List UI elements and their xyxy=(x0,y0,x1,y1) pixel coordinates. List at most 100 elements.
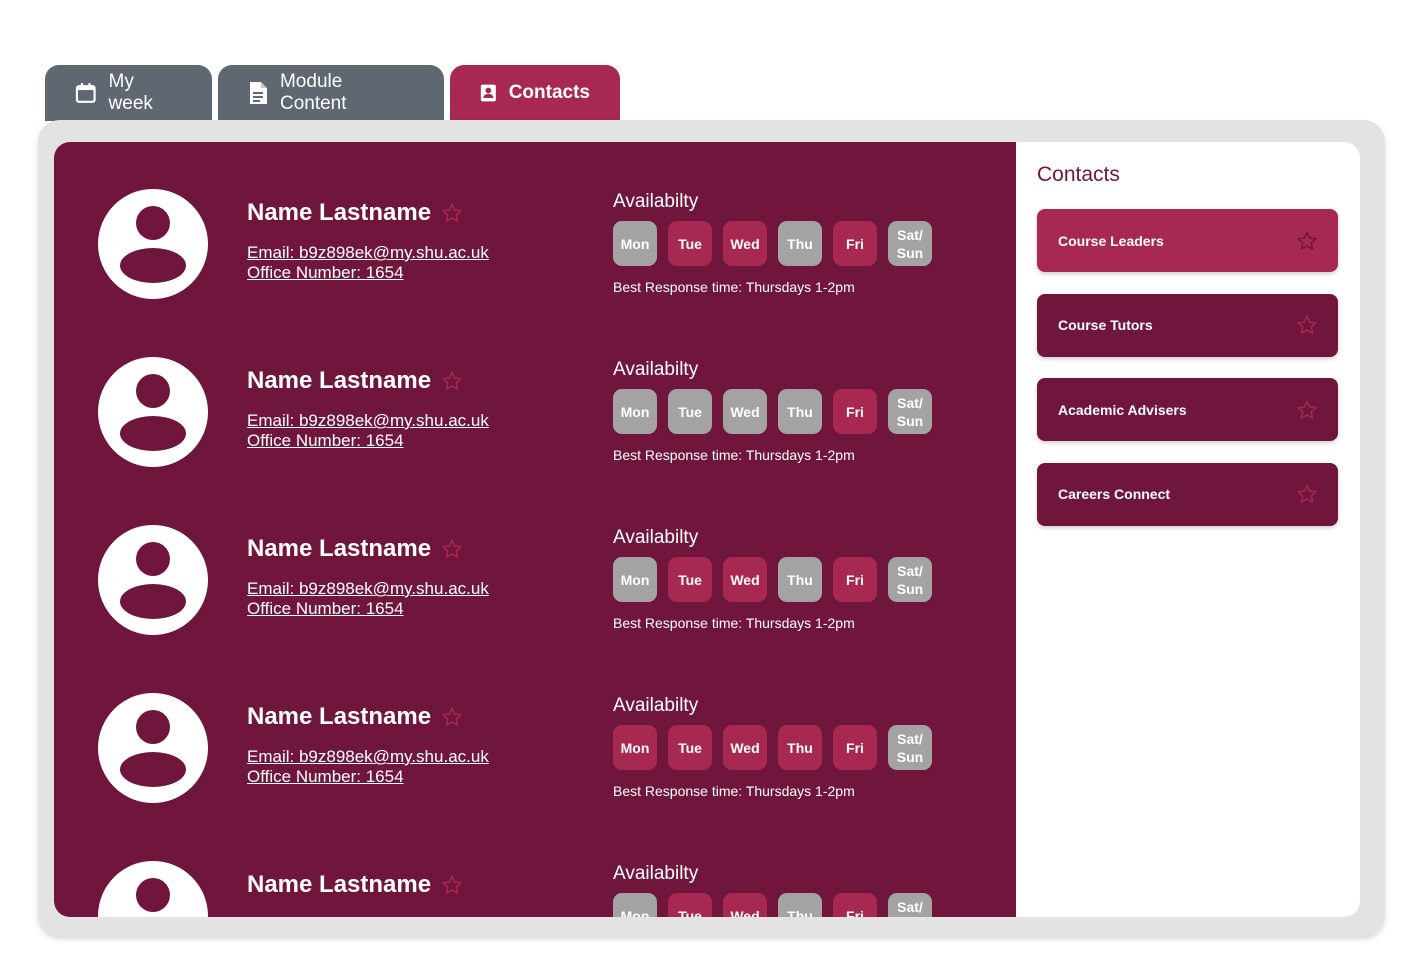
contact-card: Name Lastname Email: b9z898ek@my.shu.ac.u… xyxy=(54,646,1016,814)
day-chip: Tue xyxy=(668,725,712,770)
contact-office-number: Office Number: 1654 xyxy=(247,431,404,450)
category-label: Course Leaders xyxy=(1058,232,1164,249)
day-chip: Mon xyxy=(613,557,657,602)
availability-days: MonTueWedThuFriSat/Sun xyxy=(613,389,943,434)
day-chip: Fri xyxy=(833,221,877,266)
avatar xyxy=(98,357,208,467)
contacts-list: Name Lastname Email: b9z898ek@my.shu.ac.u… xyxy=(54,142,1016,917)
star-icon[interactable] xyxy=(1296,314,1318,336)
name-row: Name Lastname xyxy=(247,871,463,899)
contact-card: Name Lastname Email: b9z898ek@my.shu.ac.u… xyxy=(54,142,1016,310)
contact-email-link[interactable]: Email: b9z898ek@my.shu.ac.uk xyxy=(247,411,489,431)
contact-name: Name Lastname xyxy=(247,871,432,898)
day-chip: Fri xyxy=(833,893,877,917)
day-chip: Wed xyxy=(723,221,767,266)
category-button[interactable]: Course Leaders xyxy=(1037,209,1338,272)
availability-label: Availabilty xyxy=(613,695,699,716)
day-chip: Fri xyxy=(833,725,877,770)
day-chip: Sat/Sun xyxy=(888,557,932,602)
day-chip: Mon xyxy=(613,221,657,266)
day-chip: Tue xyxy=(668,389,712,434)
tab-my-week[interactable]: My week xyxy=(45,65,212,121)
day-chip: Thu xyxy=(778,893,822,917)
best-response-time: Best Response time: Thursdays 1-2pm xyxy=(613,279,855,295)
availability-label: Availabilty xyxy=(613,191,699,212)
best-response-time: Best Response time: Thursdays 1-2pm xyxy=(613,783,855,799)
tab-bar: My week Module Content Contacts xyxy=(45,65,620,121)
contact-office-number: Office Number: 1654 xyxy=(247,263,404,282)
availability-days: MonTueWedThuFriSat/Sun xyxy=(613,557,943,602)
name-row: Name Lastname xyxy=(247,199,463,227)
availability-days: MonTueWedThuFriSat/Sun xyxy=(613,725,943,770)
day-chip: Mon xyxy=(613,389,657,434)
day-chip: Tue xyxy=(668,557,712,602)
best-response-time: Best Response time: Thursdays 1-2pm xyxy=(613,447,855,463)
day-chip: Mon xyxy=(613,725,657,770)
day-chip: Wed xyxy=(723,893,767,917)
contact-email-link[interactable]: Email: b9z898ek@my.shu.ac.uk xyxy=(247,579,489,599)
tab-label: Contacts xyxy=(508,82,590,103)
day-chip: Thu xyxy=(778,725,822,770)
contact-name: Name Lastname xyxy=(247,703,432,730)
day-chip: Wed xyxy=(723,725,767,770)
tab-contacts[interactable]: Contacts xyxy=(450,65,620,121)
contact-card: Name Lastname Email: b9z898ek@my.shu.ac.u… xyxy=(54,814,1016,917)
category-button[interactable]: Academic Advisers xyxy=(1037,378,1338,441)
day-chip: Fri xyxy=(833,557,877,602)
day-chip: Sat/Sun xyxy=(888,893,932,917)
category-label: Course Tutors xyxy=(1058,317,1153,333)
calendar-icon xyxy=(75,83,96,103)
star-icon[interactable] xyxy=(1296,399,1318,421)
document-icon xyxy=(249,82,267,104)
day-chip: Fri xyxy=(833,389,877,434)
contact-office-number: Office Number: 1654 xyxy=(247,767,404,786)
availability-label: Availabilty xyxy=(613,863,699,884)
contact-name: Name Lastname xyxy=(247,367,432,394)
availability-days: MonTueWedThuFriSat/Sun xyxy=(613,893,943,917)
name-row: Name Lastname xyxy=(247,535,463,563)
avatar xyxy=(98,525,208,635)
star-icon[interactable] xyxy=(1296,230,1318,252)
day-chip: Sat/Sun xyxy=(888,389,932,434)
availability-label: Availabilty xyxy=(613,527,699,548)
day-chip: Sat/Sun xyxy=(888,725,932,770)
sidebar-title: Contacts xyxy=(1037,163,1120,186)
contacts-sidebar: Contacts Course Leaders Course Tutors Acad… xyxy=(1016,142,1360,917)
day-chip: Sat/Sun xyxy=(888,221,932,266)
category-label: Academic Advisers xyxy=(1058,401,1187,418)
availability-label: Availabilty xyxy=(613,359,699,380)
day-chip: Thu xyxy=(778,557,822,602)
tab-module-content[interactable]: Module Content xyxy=(218,65,444,121)
tab-label: Module Content xyxy=(279,71,347,114)
name-row: Name Lastname xyxy=(247,703,463,731)
availability-days: MonTueWedThuFriSat/Sun xyxy=(613,221,943,266)
avatar xyxy=(98,189,208,299)
avatar xyxy=(98,861,208,917)
category-button[interactable]: Careers Connect xyxy=(1037,462,1338,526)
contact-email-link[interactable]: Email: b9z898ek@my.shu.ac.uk xyxy=(247,747,489,767)
name-row: Name Lastname xyxy=(247,367,463,395)
category-label: Careers Connect xyxy=(1058,486,1171,502)
day-chip: Wed xyxy=(723,557,767,602)
contact-card: Name Lastname Email: b9z898ek@my.shu.ac.u… xyxy=(54,310,1016,478)
avatar xyxy=(98,693,208,803)
contact-card-icon xyxy=(480,84,496,102)
contact-email-link[interactable]: Email: b9z898ek@my.shu.ac.uk xyxy=(247,915,489,917)
star-icon[interactable] xyxy=(1296,483,1318,505)
contact-name: Name Lastname xyxy=(247,535,432,562)
category-button[interactable]: Course Tutors xyxy=(1037,293,1338,357)
favorite-star-icon[interactable] xyxy=(441,370,463,392)
contact-email-link[interactable]: Email: b9z898ek@my.shu.ac.uk xyxy=(247,243,489,263)
best-response-time: Best Response time: Thursdays 1-2pm xyxy=(613,615,855,631)
day-chip: Thu xyxy=(778,221,822,266)
contact-name: Name Lastname xyxy=(247,199,432,226)
contact-office-number: Office Number: 1654 xyxy=(247,599,404,618)
contact-card: Name Lastname Email: b9z898ek@my.shu.ac.u… xyxy=(54,478,1016,646)
day-chip: Tue xyxy=(668,221,712,266)
favorite-star-icon[interactable] xyxy=(441,706,463,728)
day-chip: Mon xyxy=(613,893,657,917)
favorite-star-icon[interactable] xyxy=(441,874,463,896)
favorite-star-icon[interactable] xyxy=(441,538,463,560)
tab-label: My week xyxy=(108,71,153,114)
favorite-star-icon[interactable] xyxy=(441,202,463,224)
